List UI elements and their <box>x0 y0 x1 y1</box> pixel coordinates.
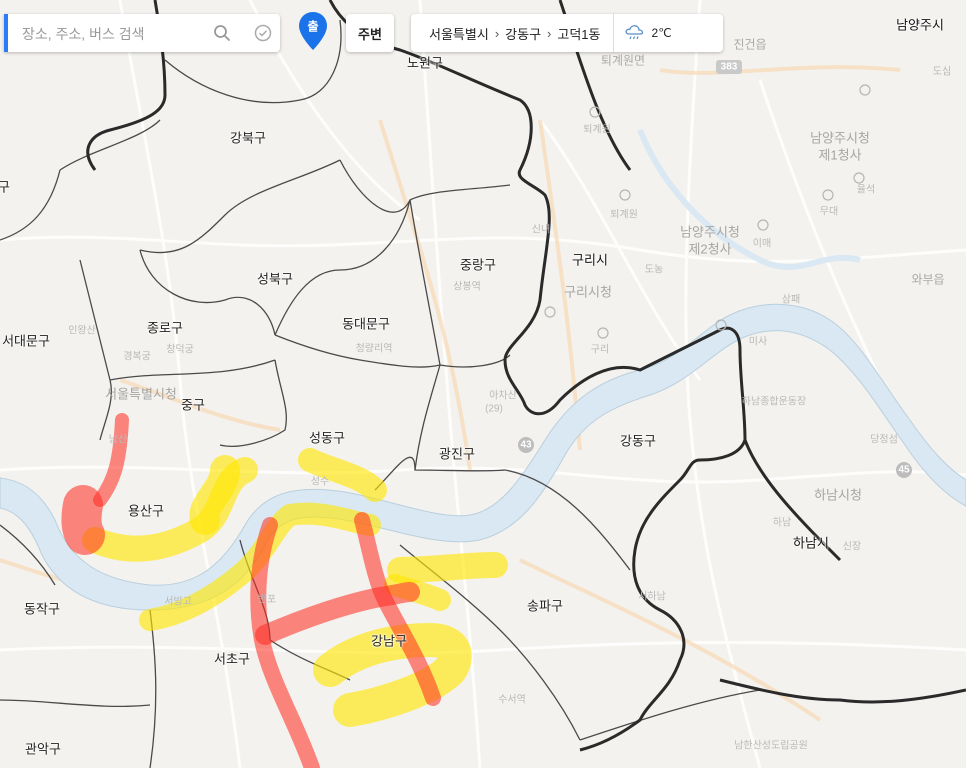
breadcrumb: 서울특별시 › 강동구 › 고덕1동 2℃ <box>411 14 723 52</box>
depart-pin-icon <box>299 12 327 50</box>
depart-button[interactable]: 출 <box>293 12 333 52</box>
nearby-button-label: 주변 <box>358 26 382 42</box>
chevron-right-icon: › <box>547 25 552 41</box>
search-box[interactable] <box>4 14 280 54</box>
weather-widget[interactable]: 2℃ <box>612 14 672 52</box>
rain-cloud-icon <box>624 25 643 40</box>
weather-temperature: 2℃ <box>651 26 672 40</box>
map-layer[interactable] <box>0 0 966 768</box>
breadcrumb-item-seoul[interactable]: 서울특별시 <box>425 24 493 43</box>
search-icon[interactable] <box>210 21 234 45</box>
nearby-button[interactable]: 주변 <box>346 14 394 52</box>
breadcrumb-item-gangdong[interactable]: 강동구 <box>501 24 545 43</box>
check-circle-icon[interactable] <box>251 21 275 45</box>
chevron-right-icon: › <box>494 25 500 41</box>
land-background <box>0 0 966 768</box>
search-input[interactable] <box>20 14 208 54</box>
map-canvas[interactable]: 노원구 강북구 성북구 중랑구 동대문구 종로구 서대문구 중구 성동구 광진구… <box>0 0 966 768</box>
breadcrumb-item-godeok[interactable]: 고덕1동 <box>553 24 604 43</box>
